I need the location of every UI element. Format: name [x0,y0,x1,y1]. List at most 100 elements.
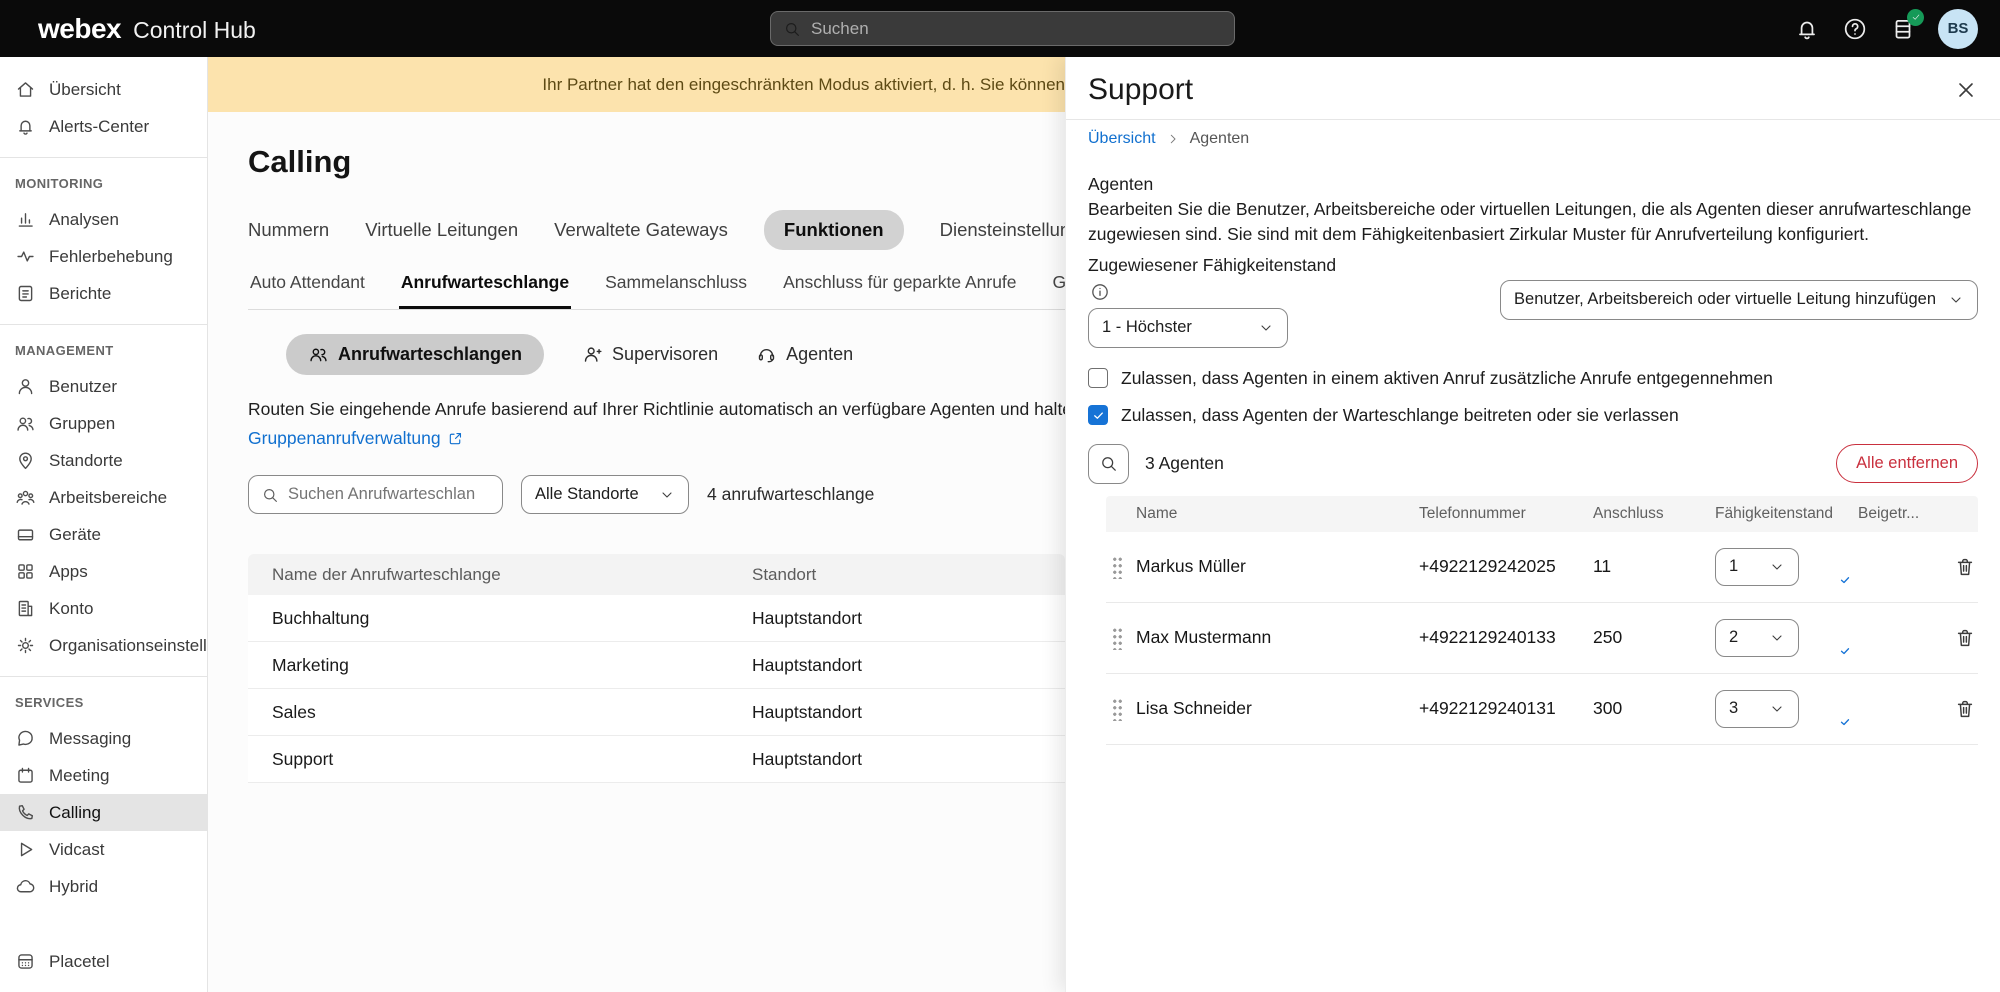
app-shell: Übersicht Alerts-Center MONITORING Analy… [0,57,2000,992]
sidebar-item-geraete[interactable]: Geräte [0,516,207,553]
global-search-input[interactable] [811,19,1222,39]
chevron-down-icon [1258,320,1274,336]
main-content: Ihr Partner hat den eingeschränkten Modu… [208,57,1065,992]
sidebar-item-label: Messaging [49,729,131,749]
tab-verwaltete-gateways[interactable]: Verwaltete Gateways [554,210,728,250]
subtab-anrufwarteschlange[interactable]: Anrufwarteschlange [399,272,571,309]
agent-skill-select[interactable]: 1 [1715,548,1799,586]
tab-diensteinstellungen[interactable]: Diensteinstellungen [940,210,1065,250]
funktionen-subtabs: Auto Attendant Anrufwarteschlange Sammel… [248,272,1065,310]
queue-description: Routen Sie eingehende Anrufe basierend a… [248,399,1065,420]
sidebar-item-fehlerbehebung[interactable]: Fehlerbehebung [0,238,207,275]
info-icon[interactable] [1090,282,1110,302]
search-icon [1099,454,1118,473]
sidebar-item-konto[interactable]: Konto [0,590,207,627]
link-label: Gruppenanrufverwaltung [248,428,441,449]
agents-search-button[interactable] [1088,444,1129,484]
queue-search[interactable] [248,475,503,514]
drag-handle[interactable] [1112,626,1122,650]
close-icon[interactable] [1954,78,1978,102]
skill-level-select[interactable]: 1 - Höchster [1088,308,1288,348]
global-search[interactable] [770,11,1235,46]
sidebar-item-label: Analysen [49,210,119,230]
sidebar-section-management: MANAGEMENT [0,337,207,368]
top-bar: webex Control Hub BS [0,0,2000,57]
location-filter-value: Alle Standorte [535,485,639,504]
segment-anrufwarteschlangen[interactable]: Anrufwarteschlangen [286,334,544,375]
queue-search-input[interactable] [288,485,490,504]
sidebar-item-alerts-center[interactable]: Alerts-Center [0,108,207,145]
agent-skill-select[interactable]: 2 [1715,619,1799,657]
sidebar-item-benutzer[interactable]: Benutzer [0,368,207,405]
sidebar-item-standorte[interactable]: Standorte [0,442,207,479]
sidebar-item-label: Benutzer [49,377,117,397]
sidebar-section-monitoring: MONITORING [0,170,207,201]
queue-segments: Anrufwarteschlangen Supervisoren Agenten [286,334,1065,375]
sidebar-divider [0,157,207,158]
sidebar-item-hybrid[interactable]: Hybrid [0,868,207,905]
sidebar-item-organisationseinstellungen[interactable]: Organisationseinstellun... [0,627,207,664]
remove-all-button[interactable]: Alle entfernen [1836,444,1978,483]
agents-count: 3 Agenten [1145,453,1820,474]
drag-handle[interactable] [1112,697,1122,721]
tab-funktionen[interactable]: Funktionen [764,210,904,250]
sidebar-item-gruppen[interactable]: Gruppen [0,405,207,442]
sidebar-item-placetel[interactable]: Placetel [0,943,207,980]
agent-row-markus-mueller: Markus Müller +4922129242025 11 1 [1106,532,1978,603]
sidebar-item-analysen[interactable]: Analysen [0,201,207,238]
segment-label: Supervisoren [612,344,718,365]
agents-table: Name Telefonnummer Anschluss Fähigkeiten… [1106,496,1978,745]
bell-icon [15,116,36,137]
sidebar-item-messaging[interactable]: Messaging [0,720,207,757]
avatar[interactable]: BS [1938,9,1978,49]
sidebar-item-vidcast[interactable]: Vidcast [0,831,207,868]
table-row-marketing[interactable]: Marketing Hauptstandort [248,642,1065,689]
agent-skill-select[interactable]: 3 [1715,690,1799,728]
supervisor-icon [582,344,603,365]
location-pin-icon [15,450,36,471]
sidebar-item-berichte[interactable]: Berichte [0,275,207,312]
help-icon[interactable] [1842,16,1868,42]
subtab-auto-attendant[interactable]: Auto Attendant [248,272,367,309]
sidebar-item-label: Arbeitsbereiche [49,488,167,508]
sidebar-item-uebersicht[interactable]: Übersicht [0,71,207,108]
add-agent-select[interactable]: Benutzer, Arbeitsbereich oder virtuelle … [1500,280,1978,320]
drag-handle[interactable] [1112,555,1122,579]
location-filter-select[interactable]: Alle Standorte [521,475,689,514]
support-queue-panel: Support Übersicht Agenten Agenten Bearbe… [1065,57,2000,992]
gruppenanrufverwaltung-link[interactable]: Gruppenanrufverwaltung [248,428,1065,449]
chevron-down-icon [1769,559,1785,575]
phone-icon [15,802,36,823]
subtab-gruppe-zum-parken[interactable]: Gruppe zum Parken von A [1051,272,1065,309]
breadcrumb-agenten: Agenten [1190,130,1250,148]
sidebar-item-arbeitsbereiche[interactable]: Arbeitsbereiche [0,479,207,516]
sidebar-item-calling[interactable]: Calling [0,794,207,831]
table-row-support[interactable]: Support Hauptstandort [248,736,1065,783]
agent-name: Max Mustermann [1136,627,1419,648]
delete-agent-icon[interactable] [1954,698,1976,720]
chevron-down-icon [1948,292,1964,308]
segment-agenten[interactable]: Agenten [756,334,853,375]
sidebar-item-apps[interactable]: Apps [0,553,207,590]
headset-icon [756,344,777,365]
table-row-sales[interactable]: Sales Hauptstandort [248,689,1065,736]
breadcrumb-uebersicht[interactable]: Übersicht [1088,130,1156,148]
delete-agent-icon[interactable] [1954,627,1976,649]
webex-logo: webex [38,13,121,45]
delete-agent-icon[interactable] [1954,556,1976,578]
panel-header: Support [1066,57,2000,120]
segment-supervisoren[interactable]: Supervisoren [582,334,718,375]
notifications-bell-icon[interactable] [1794,16,1820,42]
column-header-skill: Fähigkeitenstand [1715,505,1858,523]
tab-virtuelle-leitungen[interactable]: Virtuelle Leitungen [365,210,518,250]
tab-nummern[interactable]: Nummern [248,210,329,250]
skill-level-label: Zugewiesener Fähigkeitenstand [1088,255,1978,276]
allow-join-leave-queue-checkbox[interactable]: Zulassen, dass Agenten der Warteschlange… [1088,405,1978,426]
subtab-anschluss-geparkte-anrufe[interactable]: Anschluss für geparkte Anrufe [781,272,1018,309]
table-row-buchhaltung[interactable]: Buchhaltung Hauptstandort [248,595,1065,642]
orders-icon[interactable] [1890,16,1916,42]
sidebar-item-meeting[interactable]: Meeting [0,757,207,794]
allow-additional-calls-checkbox[interactable]: Zulassen, dass Agenten in einem aktiven … [1088,368,1978,389]
add-agent-label: Benutzer, Arbeitsbereich oder virtuelle … [1514,290,1936,309]
subtab-sammelanschluss[interactable]: Sammelanschluss [603,272,749,309]
